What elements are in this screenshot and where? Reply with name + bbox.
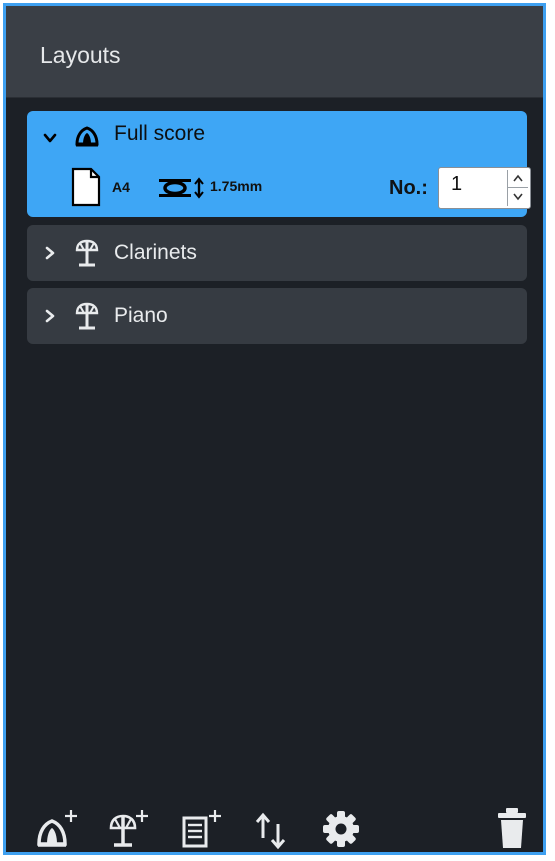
layout-number-stepper[interactable]: 1 [438,167,531,209]
layout-number-label: No.: [389,177,428,199]
part-layout-icon [75,302,99,330]
panel-title: Layouts [40,42,121,68]
staff-size-icon [159,177,204,199]
sort-icon [255,812,286,850]
page-size-label: A4 [112,179,130,195]
chevron-down-icon[interactable] [43,131,57,145]
full-score-icon [75,126,99,147]
add-custom-layout-button[interactable] [178,806,224,850]
add-full-score-icon [37,810,77,847]
add-part-icon [109,810,148,847]
stepper-up-button[interactable] [508,170,528,188]
chevron-down-small-icon [513,193,523,201]
stepper-down-button[interactable] [508,188,528,206]
stepper-buttons [507,170,528,206]
chevron-right-icon[interactable] [43,246,57,260]
panel-header: Layouts [6,6,543,98]
delete-layout-button[interactable] [494,804,530,852]
layouts-panel: Layouts Full score A4 1.75mm No.: 1 Clar… [3,3,546,855]
chevron-right-icon[interactable] [43,309,57,323]
layout-item-clarinets[interactable]: Clarinets [27,225,527,281]
layout-item-piano[interactable]: Piano [27,288,527,344]
layout-options-button[interactable] [320,808,362,850]
add-custom-layout-icon [182,810,221,848]
add-full-score-layout-button[interactable] [34,806,80,850]
add-part-layout-button[interactable] [105,806,151,850]
layout-name: Clarinets [114,241,197,264]
layout-name: Piano [114,304,168,327]
chevron-up-icon [513,174,523,182]
layout-number-value[interactable]: 1 [451,173,462,196]
gear-icon [323,811,359,847]
sort-layouts-button[interactable] [251,806,291,850]
layout-name: Full score [114,122,206,145]
staff-size-value: 1.75mm [210,178,263,194]
part-layout-icon [75,239,99,267]
trash-icon [498,808,526,848]
layout-item-full-score[interactable]: Full score A4 1.75mm No.: 1 [27,111,531,217]
page-size-icon [71,167,101,207]
